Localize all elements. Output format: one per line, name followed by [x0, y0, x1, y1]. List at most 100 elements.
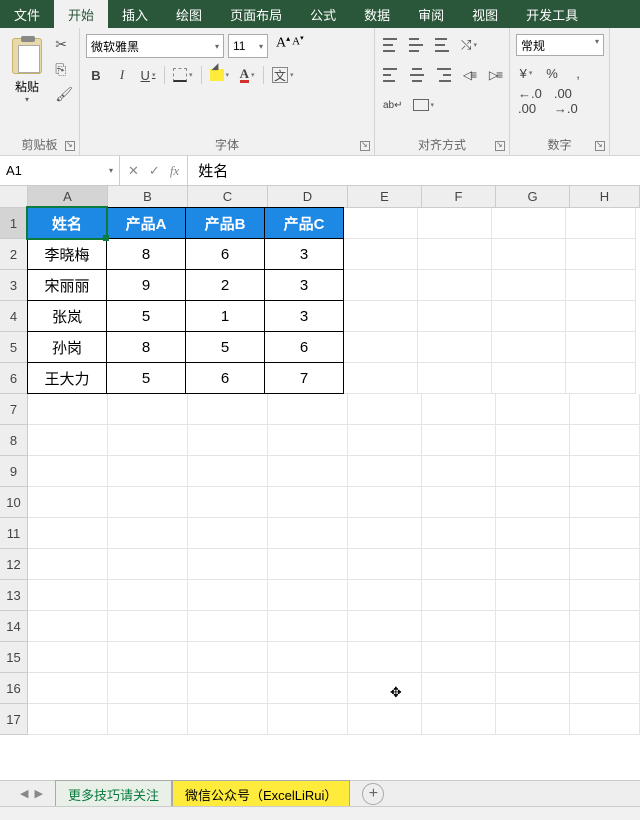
cell[interactable]: [268, 673, 348, 704]
cell[interactable]: [268, 456, 348, 487]
formula-input[interactable]: 姓名: [188, 156, 640, 185]
cell[interactable]: [570, 487, 640, 518]
format-painter-icon[interactable]: 🖌: [55, 86, 73, 103]
col-header-f[interactable]: F: [422, 186, 496, 207]
cell[interactable]: [28, 549, 108, 580]
cell[interactable]: [348, 425, 422, 456]
cell[interactable]: [348, 394, 422, 425]
cell[interactable]: [422, 549, 496, 580]
cell[interactable]: [108, 518, 188, 549]
align-dialog-launcher[interactable]: [495, 141, 505, 151]
cell[interactable]: [570, 518, 640, 549]
font-dialog-launcher[interactable]: [360, 141, 370, 151]
align-top-button[interactable]: [381, 34, 401, 56]
cell[interactable]: [268, 549, 348, 580]
cell[interactable]: 产品C: [264, 207, 344, 239]
row-header-14[interactable]: 14: [0, 611, 27, 642]
cell[interactable]: 李晓梅: [27, 238, 107, 270]
decrease-indent-button[interactable]: ◁≡: [459, 64, 479, 86]
cell[interactable]: [108, 580, 188, 611]
cell[interactable]: [344, 239, 418, 270]
cell[interactable]: [188, 704, 268, 735]
cell[interactable]: [348, 673, 422, 704]
confirm-formula-icon[interactable]: ✓: [149, 163, 160, 179]
cell[interactable]: [268, 642, 348, 673]
row-header-3[interactable]: 3: [0, 270, 27, 301]
cell[interactable]: [28, 518, 108, 549]
cell[interactable]: [188, 518, 268, 549]
col-header-a[interactable]: A: [28, 186, 108, 207]
align-bottom-button[interactable]: [433, 34, 453, 56]
cell[interactable]: [108, 704, 188, 735]
cell[interactable]: [268, 580, 348, 611]
cell[interactable]: 3: [264, 300, 344, 332]
col-header-h[interactable]: H: [570, 186, 640, 207]
cell[interactable]: [566, 363, 636, 394]
row-header-1[interactable]: 1: [0, 208, 27, 239]
cell[interactable]: [348, 642, 422, 673]
cell[interactable]: [496, 704, 570, 735]
cell[interactable]: [28, 611, 108, 642]
cell[interactable]: 8: [106, 238, 186, 270]
cell[interactable]: [108, 642, 188, 673]
row-header-15[interactable]: 15: [0, 642, 27, 673]
number-format-select[interactable]: 常规▾: [516, 34, 604, 56]
col-header-c[interactable]: C: [188, 186, 268, 207]
col-header-d[interactable]: D: [268, 186, 348, 207]
cell[interactable]: [566, 208, 636, 239]
underline-button[interactable]: U: [138, 64, 158, 86]
font-size-select[interactable]: 11▾: [228, 34, 268, 58]
cell[interactable]: [570, 394, 640, 425]
cell[interactable]: 3: [264, 238, 344, 270]
cell[interactable]: [28, 456, 108, 487]
cell[interactable]: 2: [185, 269, 265, 301]
cell[interactable]: [418, 332, 492, 363]
clipboard-dialog-launcher[interactable]: [65, 141, 75, 151]
cell[interactable]: [418, 363, 492, 394]
cell[interactable]: 6: [264, 331, 344, 363]
cell[interactable]: [570, 456, 640, 487]
increase-font-icon[interactable]: A▴: [276, 34, 290, 58]
border-button[interactable]: [171, 64, 195, 86]
cell[interactable]: [188, 642, 268, 673]
cell[interactable]: [28, 673, 108, 704]
tab-nav-prev-icon[interactable]: ◀: [20, 787, 28, 800]
cell[interactable]: [496, 487, 570, 518]
cell[interactable]: 王大力: [27, 362, 107, 394]
align-middle-button[interactable]: [407, 34, 427, 56]
cell[interactable]: [422, 611, 496, 642]
cell[interactable]: [108, 456, 188, 487]
cell[interactable]: [492, 301, 566, 332]
cell[interactable]: [418, 239, 492, 270]
number-dialog-launcher[interactable]: [595, 141, 605, 151]
cell[interactable]: [188, 456, 268, 487]
cell[interactable]: [348, 518, 422, 549]
cell[interactable]: [422, 425, 496, 456]
cell[interactable]: [422, 673, 496, 704]
align-center-button[interactable]: [407, 64, 427, 86]
cell[interactable]: [422, 704, 496, 735]
cell[interactable]: 6: [185, 238, 265, 270]
cell[interactable]: [496, 456, 570, 487]
tab-insert[interactable]: 插入: [108, 0, 162, 28]
cell[interactable]: [108, 611, 188, 642]
cell[interactable]: 5: [185, 331, 265, 363]
tab-formulas[interactable]: 公式: [296, 0, 350, 28]
row-header-10[interactable]: 10: [0, 487, 27, 518]
col-header-b[interactable]: B: [108, 186, 188, 207]
cell[interactable]: [570, 425, 640, 456]
cell[interactable]: [496, 580, 570, 611]
increase-decimal-button[interactable]: ←.0.00: [516, 90, 544, 112]
cell[interactable]: [570, 580, 640, 611]
cell[interactable]: [496, 642, 570, 673]
cell[interactable]: 张岚: [27, 300, 107, 332]
cell[interactable]: [268, 394, 348, 425]
cell[interactable]: [344, 301, 418, 332]
cell[interactable]: [188, 394, 268, 425]
cell[interactable]: [492, 270, 566, 301]
cell[interactable]: 宋丽丽: [27, 269, 107, 301]
row-header-6[interactable]: 6: [0, 363, 27, 394]
cell[interactable]: [344, 208, 418, 239]
cells-area[interactable]: 姓名产品A产品B产品C李晓梅863宋丽丽923张岚513孙岗856王大力567: [28, 208, 640, 735]
sheet-tab-2[interactable]: 微信公众号（ExcelLiRui）: [172, 780, 350, 808]
